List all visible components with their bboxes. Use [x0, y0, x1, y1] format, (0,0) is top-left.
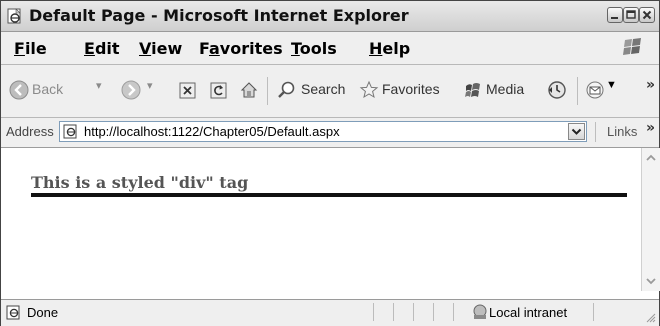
status-bar: Done Local intranet: [1, 299, 659, 326]
window-title: Default Page - Microsoft Internet Explor…: [29, 6, 409, 25]
menu-edit[interactable]: Edit: [84, 39, 120, 58]
stop-icon[interactable]: [179, 82, 196, 99]
page-content: This is a styled "div" tag: [1, 148, 639, 291]
close-icon: [642, 10, 652, 20]
address-url[interactable]: http://localhost:1122/Chapter05/Default.…: [84, 124, 340, 139]
maximize-button[interactable]: [623, 7, 639, 23]
status-pane-divider: [593, 303, 594, 321]
search-icon[interactable]: [277, 80, 297, 100]
toolbar-separator: [267, 77, 268, 105]
standard-toolbar: Back ▾ ▾ Search Favorites Media ▼ »: [1, 65, 659, 118]
search-button-label[interactable]: Search: [301, 81, 345, 97]
scroll-up-icon[interactable]: [644, 151, 658, 165]
links-toolbar-label[interactable]: Links: [607, 124, 637, 139]
status-pane-divider: [413, 303, 414, 321]
chevron-down-icon: [571, 128, 582, 135]
menu-view[interactable]: View: [139, 39, 182, 58]
forward-dropdown-icon[interactable]: ▾: [147, 79, 153, 92]
media-button-label[interactable]: Media: [486, 81, 524, 97]
refresh-icon[interactable]: [210, 82, 227, 99]
maximize-icon: [626, 10, 636, 19]
minimize-button[interactable]: [607, 7, 623, 23]
resize-grip-icon[interactable]: [644, 311, 656, 323]
back-arrow-icon[interactable]: [9, 80, 29, 100]
address-label: Address: [6, 124, 54, 139]
mail-dropdown-icon[interactable]: ▼: [606, 79, 617, 91]
address-dropdown-button[interactable]: [568, 123, 585, 140]
ie-page-icon: [63, 124, 77, 139]
toolbar-separator: [577, 77, 578, 105]
status-pane-divider: [393, 303, 394, 321]
scroll-down-icon[interactable]: [644, 274, 658, 288]
menu-tools[interactable]: Tools: [291, 39, 337, 58]
back-button-label[interactable]: Back: [32, 81, 63, 97]
status-pane-divider: [453, 303, 454, 321]
browser-window: Default Page - Microsoft Internet Explor…: [0, 0, 660, 326]
address-bar: Address http://localhost:1122/Chapter05/…: [1, 118, 659, 148]
status-pane-divider: [433, 303, 434, 321]
status-text: Done: [27, 305, 59, 320]
title-bar[interactable]: Default Page - Microsoft Internet Explor…: [1, 1, 659, 32]
forward-arrow-icon[interactable]: [121, 80, 141, 100]
mail-icon[interactable]: [585, 80, 607, 100]
menu-file[interactable]: File: [14, 39, 47, 58]
vertical-scrollbar[interactable]: [641, 148, 660, 291]
history-icon[interactable]: [547, 80, 567, 100]
favorites-star-icon[interactable]: [359, 80, 379, 100]
links-overflow-chevron[interactable]: »: [646, 120, 655, 136]
back-dropdown-icon[interactable]: ▾: [96, 79, 102, 92]
menu-favorites[interactable]: Favorites: [199, 39, 283, 58]
minimize-icon: [611, 17, 618, 19]
windows-flag-icon: [623, 38, 641, 55]
close-button[interactable]: [639, 7, 655, 23]
styled-div: This is a styled "div" tag: [31, 173, 627, 197]
menu-bar: File Edit View Favorites Tools Help: [1, 32, 659, 65]
address-input[interactable]: http://localhost:1122/Chapter05/Default.…: [59, 121, 587, 142]
menu-help[interactable]: Help: [369, 39, 410, 58]
ie-page-icon: [7, 8, 21, 24]
favorites-button-label[interactable]: Favorites: [382, 81, 440, 97]
media-icon[interactable]: [463, 80, 483, 100]
toolbar-overflow-chevron[interactable]: »: [646, 77, 655, 93]
home-icon[interactable]: [239, 80, 259, 100]
security-zone-label: Local intranet: [489, 305, 568, 320]
intranet-zone-icon: [473, 304, 487, 319]
page-status-icon: [6, 305, 20, 320]
styled-div-text: This is a styled "div" tag: [31, 173, 249, 192]
status-pane-divider: [373, 303, 374, 321]
address-separator: [595, 122, 596, 142]
